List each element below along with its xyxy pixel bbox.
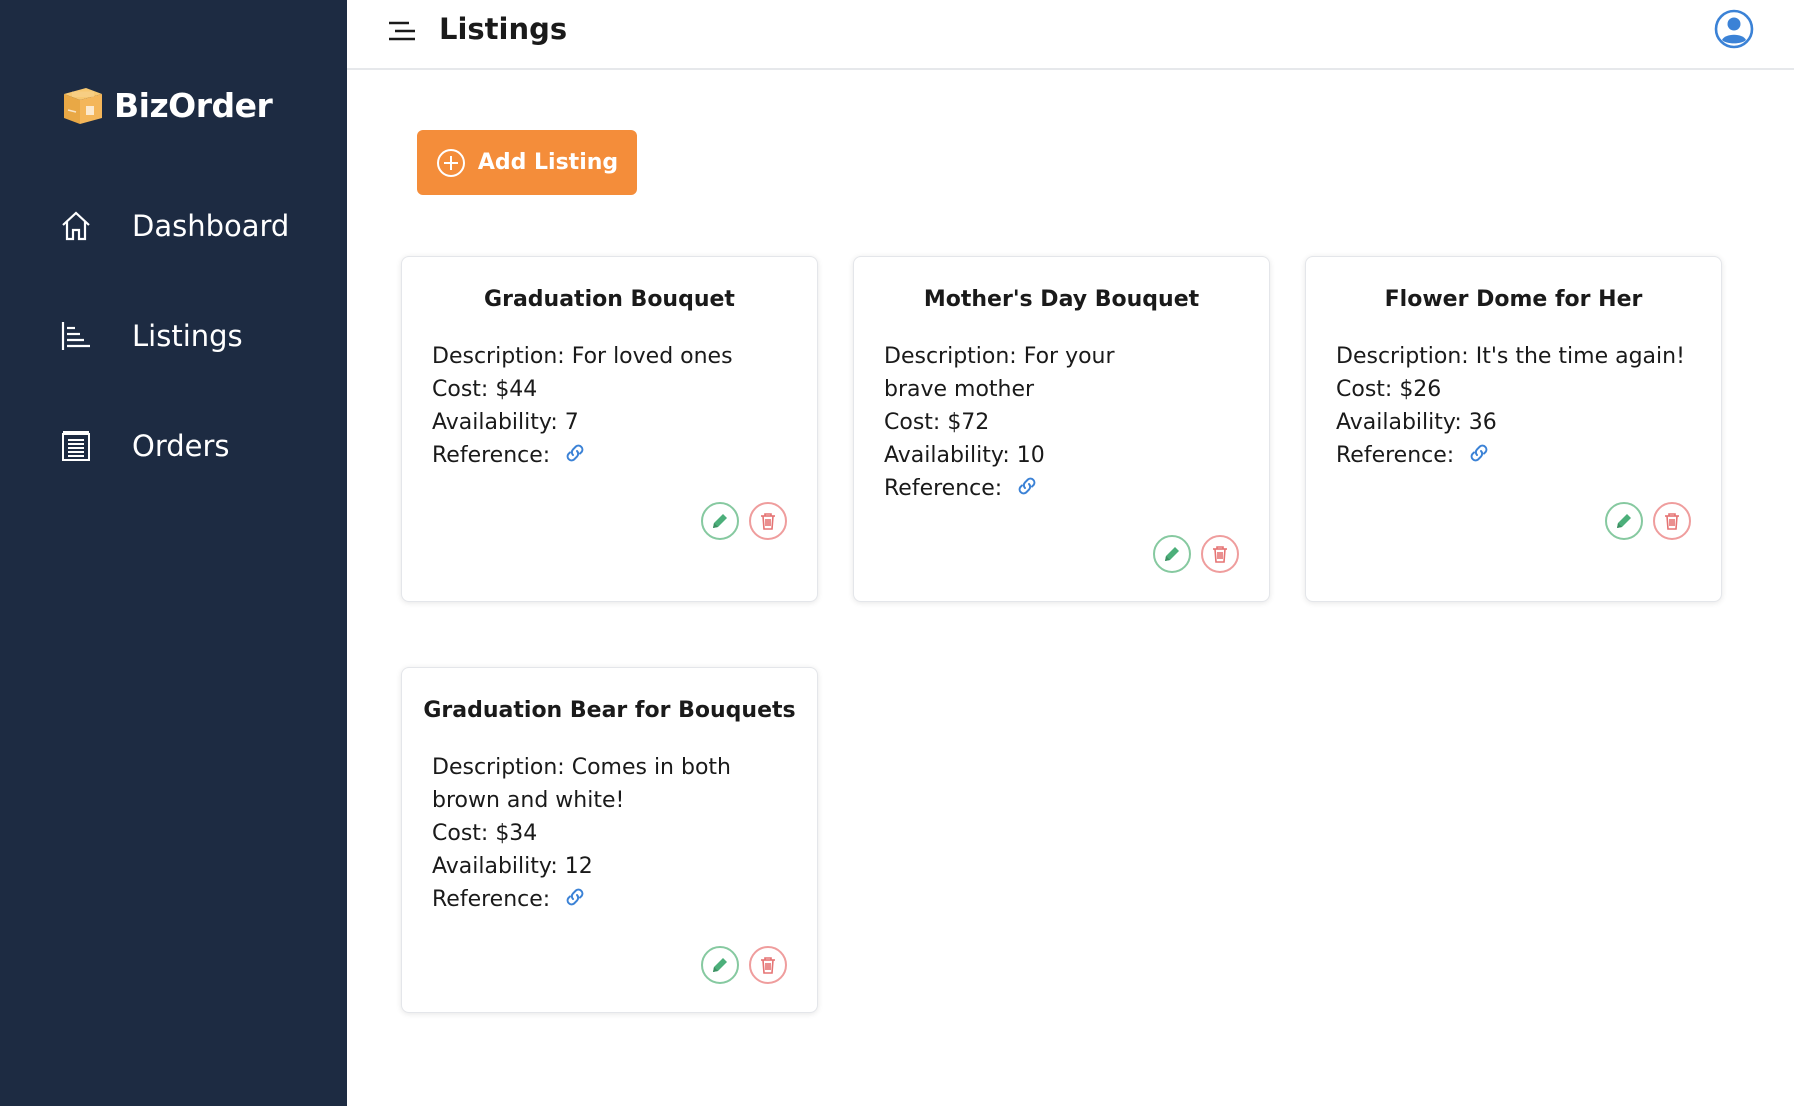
listing-reference-label: Reference: [432, 887, 551, 912]
home-icon [60, 210, 92, 242]
listing-availability: Availability: 10 [884, 443, 1045, 468]
card-actions [1605, 502, 1691, 540]
page-title: Listings [439, 12, 568, 46]
listing-details: Description: Comes in both brown and whi… [432, 751, 787, 916]
edit-button[interactable] [701, 502, 739, 540]
sidebar-item-label: Dashboard [132, 209, 290, 243]
listing-card: Graduation Bear for Bouquets Description… [401, 667, 818, 1013]
listing-card: Mother's Day Bouquet Description: For yo… [853, 256, 1270, 602]
listing-title: Graduation Bear for Bouquets [423, 698, 796, 723]
brand-name: BizOrder [114, 85, 273, 125]
listings-icon [60, 320, 92, 352]
orders-icon [60, 430, 92, 462]
box-logo-icon [60, 84, 104, 126]
listing-cost: Cost: $44 [432, 377, 538, 402]
listing-description: Description: For your brave mother [884, 344, 1115, 402]
listing-reference-label: Reference: [432, 443, 551, 468]
add-listing-button[interactable]: Add Listing [417, 130, 637, 195]
listing-details: Description: For your brave mother Cost:… [884, 340, 1239, 505]
listing-title: Mother's Day Bouquet [923, 287, 1200, 312]
edit-button[interactable] [1605, 502, 1643, 540]
trash-icon [761, 513, 775, 530]
delete-button[interactable] [749, 502, 787, 540]
listing-cost: Cost: $26 [1336, 377, 1442, 402]
user-avatar-icon[interactable] [1714, 9, 1754, 49]
sidebar-item-label: Listings [132, 319, 243, 353]
listing-details: Description: It's the time again! Cost: … [1336, 340, 1691, 472]
top-header: Listings [347, 0, 1794, 70]
sidebar-item-dashboard[interactable]: Dashboard [0, 196, 347, 256]
listing-card: Flower Dome for Her Description: It's th… [1305, 256, 1722, 602]
listing-reference-row: Reference: [1336, 439, 1691, 472]
listing-card: Graduation Bouquet Description: For love… [401, 256, 818, 602]
card-actions [701, 946, 787, 984]
card-actions [701, 502, 787, 540]
sidebar-item-listings[interactable]: Listings [0, 306, 347, 366]
listing-cost: Cost: $72 [884, 410, 990, 435]
listing-availability: Availability: 36 [1336, 410, 1497, 435]
sidebar-item-orders[interactable]: Orders [0, 416, 347, 476]
trash-icon [761, 957, 775, 974]
listing-details: Description: For loved ones Cost: $44 Av… [432, 340, 787, 472]
listing-availability: Availability: 12 [432, 854, 593, 879]
trash-icon [1665, 513, 1679, 530]
delete-button[interactable] [749, 946, 787, 984]
sidebar: BizOrder Dashboard Listings Orders [0, 0, 347, 1106]
pencil-icon [1617, 514, 1631, 528]
edit-button[interactable] [701, 946, 739, 984]
delete-button[interactable] [1653, 502, 1691, 540]
listing-description: Description: It's the time again! [1336, 344, 1685, 369]
sidebar-nav: Dashboard Listings Orders [0, 196, 347, 526]
sidebar-item-label: Orders [132, 429, 230, 463]
menu-toggle-icon[interactable] [387, 18, 417, 44]
trash-icon [1213, 546, 1227, 563]
link-icon[interactable] [563, 885, 587, 909]
link-icon[interactable] [1467, 441, 1491, 465]
listing-reference-row: Reference: [432, 439, 787, 472]
plus-circle-icon [436, 148, 466, 178]
add-listing-label: Add Listing [477, 150, 619, 175]
listing-availability: Availability: 7 [432, 410, 579, 435]
pencil-icon [713, 514, 727, 528]
edit-button[interactable] [1153, 535, 1191, 573]
listing-title: Graduation Bouquet [484, 287, 735, 312]
listing-reference-label: Reference: [1336, 443, 1455, 468]
listing-reference-label: Reference: [884, 476, 1003, 501]
link-icon[interactable] [563, 441, 587, 465]
listing-description: Description: Comes in both brown and whi… [432, 755, 731, 813]
listing-cost: Cost: $34 [432, 821, 538, 846]
pencil-icon [1165, 547, 1179, 561]
link-icon[interactable] [1015, 474, 1039, 498]
listing-reference-row: Reference: [432, 883, 787, 916]
pencil-icon [713, 958, 727, 972]
card-actions [1153, 535, 1239, 573]
brand[interactable]: BizOrder [60, 84, 273, 126]
listing-reference-row: Reference: [884, 472, 1239, 505]
delete-button[interactable] [1201, 535, 1239, 573]
listing-description: Description: For loved ones [432, 344, 733, 369]
listing-title: Flower Dome for Her [1384, 287, 1643, 312]
